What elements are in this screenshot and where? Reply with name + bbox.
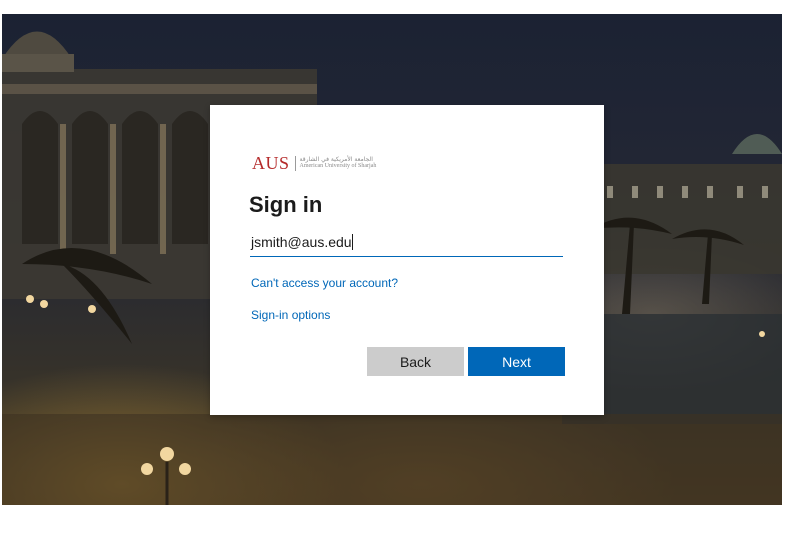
email-field[interactable]: jsmith@aus.edu <box>250 231 563 257</box>
signin-card: AUS الجامعة الأمريكية في الشارقة America… <box>210 105 604 415</box>
aus-logo: AUS الجامعة الأمريكية في الشارقة America… <box>252 151 376 175</box>
logo-text: الجامعة الأمريكية في الشارقة American Un… <box>300 156 377 170</box>
page-title: Sign in <box>249 192 323 217</box>
next-button[interactable]: Next <box>468 347 565 376</box>
cant-access-account-link[interactable]: Can't access your account? <box>251 276 398 290</box>
signin-options-link[interactable]: Sign-in options <box>251 308 330 322</box>
logo-mark: AUS <box>252 152 290 173</box>
email-field-value: jsmith@aus.edu <box>251 234 352 250</box>
back-button[interactable]: Back <box>367 347 464 376</box>
logo-divider <box>294 155 296 171</box>
logo-arabic-name: الجامعة الأمريكية في الشارقة <box>299 156 373 163</box>
text-cursor <box>351 234 353 250</box>
logo-english-name: American University of Sharjah <box>299 163 377 169</box>
